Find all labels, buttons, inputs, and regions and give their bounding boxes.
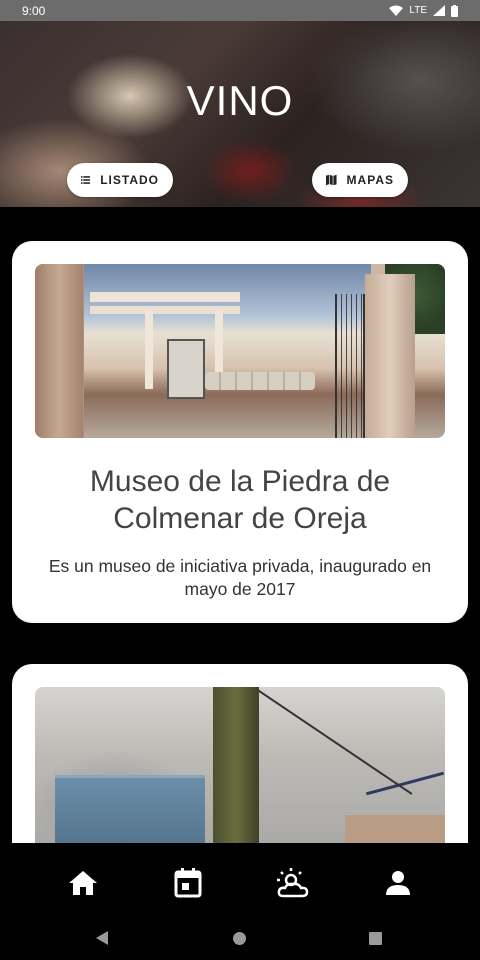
network-type: LTE [409, 5, 427, 16]
weather-icon [276, 868, 308, 898]
battery-icon [451, 4, 458, 17]
bottom-navigation [0, 843, 480, 923]
page-title: VINO [186, 77, 294, 124]
wifi-icon [389, 5, 404, 16]
content-feed[interactable]: Museo de la Piedra de Colmenar de Oreja … [0, 207, 480, 843]
place-card[interactable]: Museo de la Piedra de Colmenar de Oreja … [12, 241, 468, 623]
mapas-label: MAPAS [346, 173, 394, 187]
nav-profile[interactable] [368, 853, 428, 913]
list-icon [81, 176, 91, 184]
back-button[interactable] [96, 931, 108, 945]
map-icon [326, 174, 337, 186]
smoking-pole-photo [35, 687, 445, 843]
header-hero: VINO LISTADO MAPAS [0, 21, 480, 207]
listado-button[interactable]: LISTADO [67, 163, 173, 197]
nav-weather[interactable] [263, 853, 323, 913]
home-icon [68, 871, 97, 895]
status-time: 9:00 [22, 3, 46, 18]
lte-signal-icon [433, 5, 445, 16]
listado-label: LISTADO [100, 173, 159, 187]
calendar-icon [174, 868, 201, 898]
place-card[interactable] [12, 664, 468, 843]
home-button[interactable] [233, 932, 246, 945]
card-description: Es un museo de iniciativa privada, inaug… [48, 556, 432, 599]
recents-button[interactable] [369, 932, 382, 945]
profile-icon [385, 871, 410, 895]
museum-courtyard-photo [35, 264, 445, 438]
mapas-button[interactable]: MAPAS [312, 163, 408, 197]
nav-home[interactable] [53, 853, 113, 913]
card-title: Museo de la Piedra de Colmenar de Oreja [89, 465, 391, 535]
status-icons: LTE [389, 4, 458, 17]
status-bar: 9:00 LTE [0, 0, 480, 21]
system-navigation [0, 918, 480, 960]
nav-calendar[interactable] [158, 853, 218, 913]
